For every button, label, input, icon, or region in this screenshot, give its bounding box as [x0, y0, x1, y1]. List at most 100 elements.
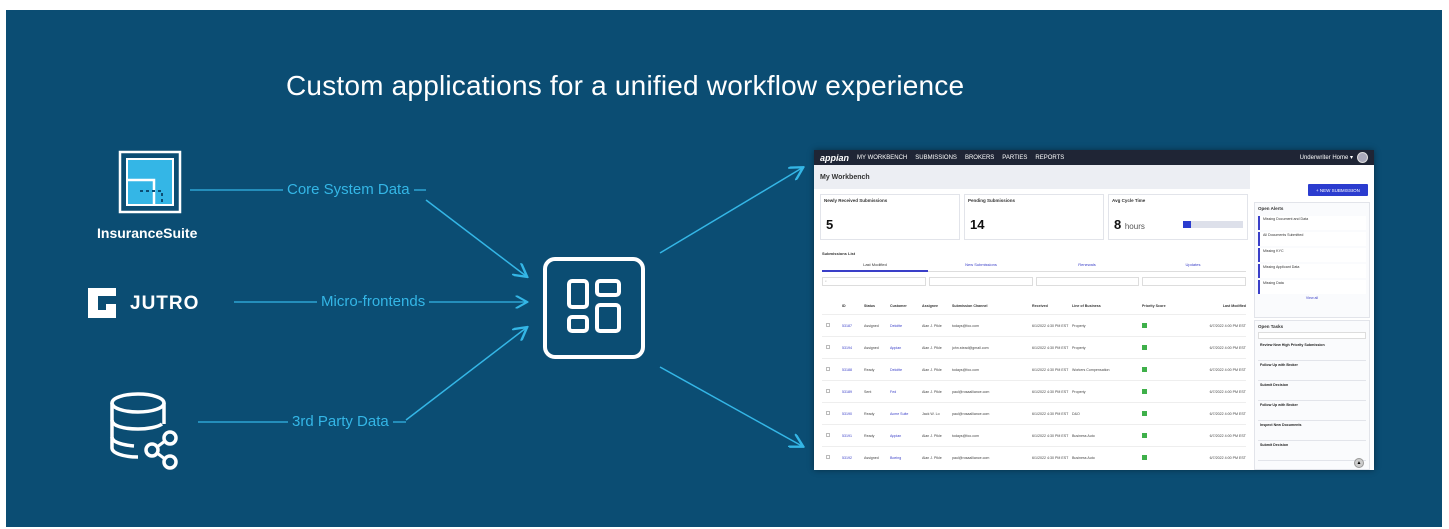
table-row[interactable]: 53194 Assigned Appian Alan J. Pikle john.ste… — [822, 336, 1246, 358]
kpi-avg-cycle-time: Avg Cycle Time 8 hours — [1108, 194, 1248, 240]
nav-item-my-workbench[interactable]: MY WORKBENCH — [857, 155, 907, 161]
label-micro-frontends: Micro-frontends — [317, 293, 430, 310]
cell-customer[interactable]: Appian — [890, 346, 922, 350]
cell-modified: 6/7/2022 4:00 PM EST — [1209, 455, 1246, 460]
table-row[interactable]: 53189 Sent Fed Alan J. Pikle paul@rosaallian… — [822, 380, 1246, 402]
open-alerts-panel: Open Alerts Missing Document and Data Al… — [1254, 202, 1370, 318]
nav-item-brokers[interactable]: BROKERS — [965, 155, 994, 161]
cell-status: Ready — [864, 411, 875, 416]
workbench-screenshot: appian MY WORKBENCH SUBMISSIONS BROKERS … — [814, 150, 1374, 470]
cell-id[interactable]: 53189 — [842, 390, 864, 394]
view-all-alerts-link[interactable]: View all — [1255, 296, 1369, 300]
table-row[interactable]: 53192 Assigned Boeing Alan J. Pikle paul@ros… — [822, 446, 1246, 468]
table-row[interactable]: 53188 Ready Deloitte Alan J. Pikle todays@fo… — [822, 358, 1246, 380]
customer-filter[interactable] — [1035, 277, 1140, 286]
arrow-core-system — [425, 199, 526, 276]
table-row[interactable]: 53191 Ready Appian Alan J. Pikle todays@foo.… — [822, 424, 1246, 446]
alert-item[interactable]: Missing Document and Data — [1258, 216, 1366, 230]
tab-last-modified[interactable]: Last Modified — [822, 262, 928, 272]
table-row[interactable]: 53187 Assigned Deloitte Alan J. Pikle todays… — [822, 314, 1246, 336]
lob-filter[interactable] — [1142, 277, 1246, 286]
cell-channel: paul@rosaalliance.com — [952, 455, 990, 460]
alert-item[interactable]: Missing KYC — [1258, 248, 1366, 262]
cell-customer[interactable]: Boeing — [890, 456, 922, 460]
cell-assignee: Jack W. Lo — [922, 411, 940, 416]
cell-received: 6/1/2022 4:30 PM EST — [1032, 345, 1069, 350]
jutro-logo-text: JUTRO — [130, 293, 200, 314]
cell-assignee: Alan J. Pikle — [922, 323, 942, 328]
cell-id[interactable]: 53188 — [842, 368, 864, 372]
alert-item[interactable]: Missing Applicant Data — [1258, 264, 1366, 278]
row-checkbox[interactable] — [826, 345, 830, 349]
priority-badge — [1142, 432, 1147, 438]
task-item[interactable]: Inspect New Documents — [1258, 421, 1366, 441]
cell-modified: 6/7/2022 4:00 PM EST — [1209, 411, 1246, 416]
cell-id[interactable]: 53190 — [842, 412, 864, 416]
cell-channel: todays@foo.com — [952, 323, 980, 328]
tab-new-submissions[interactable]: New Submissions — [928, 262, 1034, 272]
row-checkbox[interactable] — [826, 411, 830, 415]
kpi-value: 14 — [970, 217, 985, 232]
kpi-label: Avg Cycle Time — [1112, 198, 1146, 203]
cell-channel: john.stead@gmail.com — [952, 345, 989, 350]
nav-item-submissions[interactable]: SUBMISSIONS — [915, 155, 957, 161]
row-checkbox[interactable] — [826, 367, 830, 371]
cell-id[interactable]: 53191 — [842, 434, 864, 438]
nav-item-reports[interactable]: REPORTS — [1035, 155, 1064, 161]
row-checkbox[interactable] — [826, 455, 830, 459]
user-menu[interactable]: Underwriter Home ▾ — [1300, 154, 1353, 161]
task-search-input[interactable] — [1258, 332, 1366, 339]
jutro-logo-icon — [88, 288, 116, 318]
kpi-label: Newly Received Submissions — [824, 198, 888, 203]
status-filter[interactable] — [928, 277, 1033, 286]
kpi-value: 8 — [1114, 217, 1122, 232]
row-checkbox[interactable] — [826, 433, 830, 437]
scroll-to-top-button[interactable]: ▲ — [1354, 458, 1364, 468]
cell-modified: 6/7/2022 4:00 PM EST — [1209, 389, 1246, 394]
search-input[interactable]: ⌕ — [822, 277, 926, 286]
cell-assignee: Alan J. Pikle — [922, 455, 942, 460]
task-item[interactable]: Follow Up with Broker — [1258, 401, 1366, 421]
cell-channel: todays@foo.com — [952, 433, 980, 438]
priority-badge — [1142, 454, 1147, 460]
cell-status: Ready — [864, 433, 875, 438]
cell-lob: Business Auto — [1072, 455, 1095, 460]
cell-customer[interactable]: Fed — [890, 390, 922, 394]
task-item[interactable]: Review New High Priority Submission — [1258, 341, 1366, 361]
table-row[interactable]: 53190 Ready Acme Suite Jack W. Lo paul@rosaa… — [822, 402, 1246, 424]
cell-assignee: Alan J. Pikle — [922, 433, 942, 438]
cell-lob: Property — [1072, 389, 1086, 394]
avatar[interactable] — [1357, 152, 1368, 163]
task-item[interactable]: Follow Up with Broker — [1258, 361, 1366, 381]
slide: Custom applications for a unified workfl… — [6, 10, 1442, 527]
cell-received: 6/1/2022 4:30 PM EST — [1032, 389, 1069, 394]
cell-id[interactable]: 53187 — [842, 324, 864, 328]
cell-id[interactable]: 53192 — [842, 456, 864, 460]
kpi-newly-received: Newly Received Submissions 5 — [820, 194, 960, 240]
task-item[interactable]: Submit Decision — [1258, 381, 1366, 401]
kpi-unit: hours — [1124, 222, 1145, 231]
new-submission-button[interactable]: + NEW SUBMISSION — [1308, 184, 1368, 196]
nav-item-parties[interactable]: PARTIES — [1002, 155, 1027, 161]
row-checkbox[interactable] — [826, 389, 830, 393]
alert-item[interactable]: All Documents Submitted — [1258, 232, 1366, 246]
table-header: ID Status Customer Assignee Submission C… — [842, 304, 1246, 308]
cell-id[interactable]: 53194 — [842, 346, 864, 350]
cell-modified: 6/7/2022 4:00 PM EST — [1209, 323, 1246, 328]
application-grid-icon — [543, 257, 645, 359]
task-item[interactable]: Submit Decision — [1258, 441, 1366, 461]
tab-renewals[interactable]: Renewals — [1034, 262, 1140, 272]
cell-channel: paul@rosaalliance.com — [952, 411, 990, 416]
cell-customer[interactable]: Acme Suite — [890, 412, 922, 416]
cell-customer[interactable]: Deloitte — [890, 368, 922, 372]
tab-updates[interactable]: Updates — [1140, 262, 1246, 272]
cell-assignee: Alan J. Pikle — [922, 345, 942, 350]
alert-item[interactable]: Missing Data — [1258, 280, 1366, 294]
priority-badge — [1142, 366, 1147, 372]
cell-customer[interactable]: Appian — [890, 434, 922, 438]
cell-customer[interactable]: Deloitte — [890, 324, 922, 328]
cell-assignee: Alan J. Pikle — [922, 367, 942, 372]
row-checkbox[interactable] — [826, 323, 830, 327]
cell-status: Ready — [864, 367, 875, 372]
cell-assignee: Alan J. Pikle — [922, 389, 942, 394]
